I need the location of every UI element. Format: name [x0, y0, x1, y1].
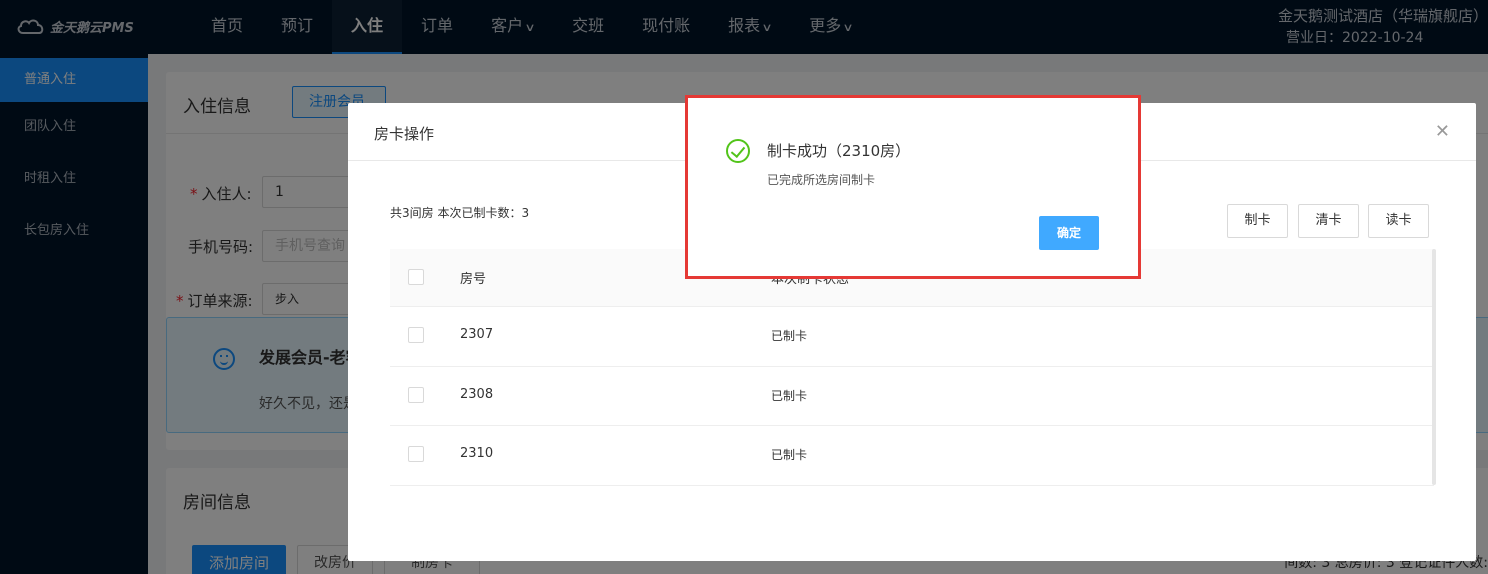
modal-title: 房卡操作: [374, 125, 435, 143]
success-dialog: 制卡成功（2310房） 已完成所选房间制卡 确定: [685, 95, 1141, 279]
row-checkbox[interactable]: [408, 386, 424, 403]
success-dialog-body: 制卡成功（2310房） 已完成所选房间制卡 确定: [692, 103, 1134, 272]
column-header-room: 房号: [460, 272, 487, 287]
card-summary: 共3间房 本次已制卡数：3: [390, 206, 530, 220]
read-card-button[interactable]: 读卡: [1368, 204, 1429, 238]
room-number: 2310: [460, 446, 494, 461]
success-description: 已完成所选房间制卡: [767, 173, 876, 187]
card-status: 已制卡: [771, 448, 808, 462]
table-scrollbar[interactable]: [1432, 249, 1436, 485]
card-status: 已制卡: [771, 388, 808, 403]
card-status: 已制卡: [771, 329, 808, 343]
confirm-button[interactable]: 确定: [1039, 216, 1099, 250]
table-row[interactable]: 2307 已制卡: [390, 307, 1434, 367]
check-circle-icon: [726, 139, 750, 163]
success-title: 制卡成功（2310房）: [767, 142, 911, 160]
room-number: 2308: [460, 386, 494, 402]
row-checkbox[interactable]: [408, 446, 424, 462]
table-row[interactable]: 2308 已制卡: [390, 367, 1434, 426]
select-all-checkbox[interactable]: [408, 269, 424, 285]
table-row[interactable]: 2310 已制卡: [390, 426, 1434, 486]
clear-card-button[interactable]: 清卡: [1298, 204, 1359, 238]
row-checkbox[interactable]: [408, 327, 424, 343]
room-number: 2307: [460, 327, 494, 342]
close-icon[interactable]: ✕: [1435, 121, 1450, 142]
card-table: 房号 本次制卡状态 2307 已制卡 2308 已制卡 2310 已制卡: [390, 249, 1434, 486]
make-card-button[interactable]: 制卡: [1227, 204, 1288, 238]
